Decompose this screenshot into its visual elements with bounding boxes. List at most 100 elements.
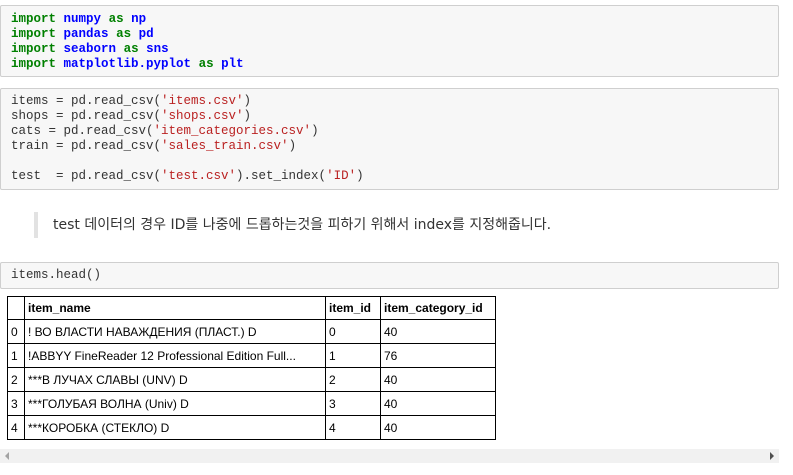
code-string: 'item_categories.csv' — [153, 124, 312, 138]
code-text: ) — [243, 94, 252, 108]
cell-item-id: 2 — [325, 367, 381, 392]
code-line: import matplotlib.pyplot as plt — [11, 57, 778, 72]
code-line: import numpy as np — [11, 12, 778, 27]
cell-item-category-id: 76 — [380, 343, 496, 368]
code-keyword: as — [198, 57, 214, 71]
code-keyword: as — [108, 12, 124, 26]
code-text: cats = pd.read_csv( — [11, 124, 154, 138]
code-string: 'shops.csv' — [161, 109, 244, 123]
row-index: 4 — [7, 415, 25, 440]
scrollbar-track[interactable] — [16, 451, 761, 461]
code-keyword: import — [11, 12, 57, 26]
code-keyword: import — [11, 27, 57, 41]
code-keyword: import — [11, 42, 57, 56]
code-string: 'sales_train.csv' — [161, 139, 289, 153]
code-string: 'items.csv' — [161, 94, 244, 108]
horizontal-scrollbar[interactable] — [0, 449, 779, 463]
table-row: 1 !ABBYY FineReader 12 Professional Editi… — [7, 343, 496, 368]
cell-item-category-id: 40 — [380, 391, 496, 416]
code-line: train = pd.read_csv('sales_train.csv') — [11, 139, 778, 154]
code-line: shops = pd.read_csv('shops.csv') — [11, 109, 778, 124]
code-cell-head[interactable]: items.head() — [0, 262, 779, 289]
cell-item-id: 1 — [325, 343, 381, 368]
column-header-item-category-id: item_category_id — [380, 296, 496, 320]
row-index: 0 — [7, 319, 25, 344]
cell-item-category-id: 40 — [380, 367, 496, 392]
dataframe-output: item_name item_id item_category_id 0! ВО… — [7, 296, 496, 440]
code-keyword: as — [123, 42, 139, 56]
cell-item-name: ***ГОЛУБАЯ ВОЛНА (Univ) D — [24, 391, 326, 416]
code-editor-read-csv[interactable]: items = pd.read_csv('items.csv') shops = … — [1, 89, 778, 184]
code-line: items = pd.read_csv('items.csv') — [11, 94, 778, 109]
cell-item-name: !ABBYY FineReader 12 Professional Editio… — [24, 343, 326, 368]
code-text: ) — [311, 124, 319, 138]
markdown-text: test 데이터의 경우 ID를 나중에 드롭하는것을 피하기 위해서 inde… — [53, 217, 552, 233]
code-line: import seaborn as sns — [11, 42, 778, 57]
code-module: np — [131, 12, 147, 26]
cell-item-name: ***В ЛУЧАХ СЛАВЫ (UNV) D — [24, 367, 326, 392]
code-line: items.head() — [11, 268, 778, 283]
row-index: 3 — [7, 391, 25, 416]
index-header — [7, 296, 25, 320]
table-row: 2 ***В ЛУЧАХ СЛАВЫ (UNV) D 2 40 — [7, 367, 496, 392]
code-line: test = pd.read_csv('test.csv').set_index… — [11, 169, 778, 184]
code-text: items.head() — [11, 268, 102, 282]
code-module: seaborn — [63, 42, 117, 56]
code-module: plt — [221, 57, 244, 71]
cell-item-name: ! ВО ВЛАСТИ НАВАЖДЕНИЯ (ПЛАСТ.) D — [24, 319, 326, 344]
cell-item-category-id: 40 — [380, 319, 496, 344]
code-text: train = pd.read_csv( — [11, 139, 162, 153]
row-index: 1 — [7, 343, 25, 368]
column-header-item-id: item_id — [325, 296, 381, 320]
code-module: pd — [138, 27, 154, 41]
cell-item-category-id: 40 — [380, 415, 496, 440]
code-editor-head[interactable]: items.head() — [1, 263, 778, 283]
code-text: ) — [356, 169, 364, 183]
code-keyword: import — [11, 57, 57, 71]
table-row: 0! ВО ВЛАСТИ НАВАЖДЕНИЯ (ПЛАСТ.) D 0 40 — [7, 319, 496, 344]
cell-item-id: 4 — [325, 415, 381, 440]
row-index: 2 — [7, 367, 25, 392]
code-cell-imports[interactable]: import numpy as np import pandas as pd imp… — [0, 5, 779, 77]
table-row: 4 ***КОРОБКА (СТЕКЛО) D 4 40 — [7, 415, 496, 440]
code-text: items = pd.read_csv( — [11, 94, 162, 108]
cell-item-id: 0 — [325, 319, 381, 344]
code-module: numpy — [63, 12, 102, 26]
code-cell-read-csv[interactable]: items = pd.read_csv('items.csv') shops = … — [0, 88, 779, 190]
cell-item-id: 3 — [325, 391, 381, 416]
column-header-item-name: item_name — [24, 296, 326, 320]
code-line: import pandas as pd — [11, 27, 778, 42]
code-text: ) — [243, 109, 252, 123]
markdown-note: test 데이터의 경우 ID를 나중에 드롭하는것을 피하기 위해서 inde… — [34, 212, 734, 238]
table-row: 3 ***ГОЛУБАЯ ВОЛНА (Univ) D 3 40 — [7, 391, 496, 416]
left-arrow-icon[interactable] — [0, 449, 14, 463]
code-string: 'ID' — [326, 169, 357, 183]
code-module: sns — [146, 42, 169, 56]
code-text: ).set_index( — [236, 169, 327, 183]
table-header-row: item_name item_id item_category_id — [7, 296, 496, 320]
code-keyword: as — [116, 27, 132, 41]
code-module: pandas — [63, 27, 109, 41]
code-editor-imports[interactable]: import numpy as np import pandas as pd imp… — [1, 6, 778, 72]
code-text: test = pd.read_csv( — [11, 169, 162, 183]
code-line: cats = pd.read_csv('item_categories.csv'… — [11, 124, 778, 139]
code-text: shops = pd.read_csv( — [11, 109, 162, 123]
code-text: ) — [288, 139, 297, 153]
right-arrow-icon[interactable] — [765, 449, 779, 463]
code-module: matplotlib.pyplot — [63, 57, 192, 71]
code-string: 'test.csv' — [161, 169, 237, 183]
cell-item-name: ***КОРОБКА (СТЕКЛО) D — [24, 415, 326, 440]
